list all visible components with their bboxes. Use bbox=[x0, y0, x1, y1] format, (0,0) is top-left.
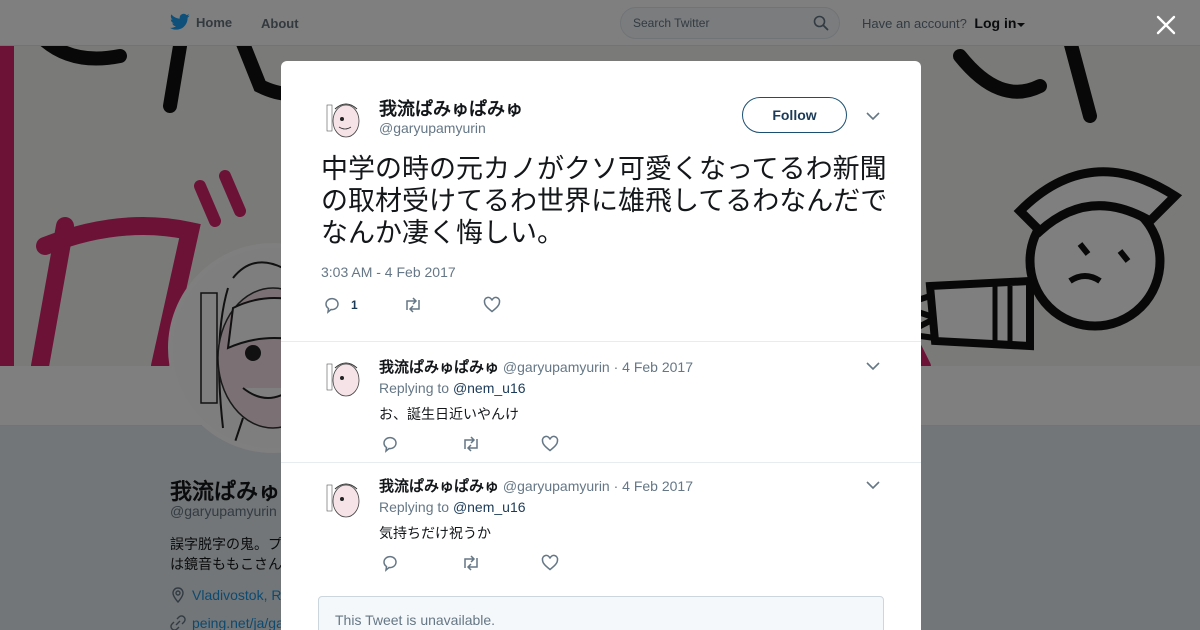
retweet-button[interactable] bbox=[461, 554, 541, 572]
reply-date[interactable]: · 4 Feb 2017 bbox=[614, 359, 693, 375]
reply-icon bbox=[383, 555, 397, 572]
reply-actions bbox=[381, 554, 581, 572]
avatar-illustration bbox=[321, 354, 367, 400]
reply-author-name[interactable]: 我流ぱみゅぱみゅ bbox=[379, 478, 499, 495]
reply-text: お、誕生日近いやんけ bbox=[379, 406, 519, 422]
avatar-illustration bbox=[321, 475, 367, 521]
retweet-icon bbox=[464, 436, 478, 452]
reply-icon bbox=[325, 297, 339, 314]
reply-author-handle[interactable]: @garyupamyurin bbox=[503, 478, 610, 494]
reply-button[interactable] bbox=[381, 554, 461, 572]
reply-author-avatar[interactable] bbox=[321, 354, 367, 400]
author-name[interactable]: 我流ぱみゅぱみゅ bbox=[379, 95, 523, 121]
chevron-down-icon[interactable] bbox=[865, 108, 881, 124]
replying-to-label: Replying to bbox=[379, 499, 450, 515]
author-avatar[interactable] bbox=[321, 95, 367, 141]
reply-text: 気持ちだけ祝うか bbox=[379, 525, 491, 541]
permalink-tweet-modal: 我流ぱみゅぱみゅ @garyupamyurin Follow 中学の時の元カノが… bbox=[281, 61, 921, 630]
reply-author-name[interactable]: 我流ぱみゅぱみゅ bbox=[379, 359, 499, 376]
reply-header: 我流ぱみゅぱみゅ @garyupamyurin · 4 Feb 2017 bbox=[379, 356, 693, 377]
reply-count: 1 bbox=[351, 298, 358, 312]
unavailable-tweet-notice: This Tweet is unavailable. bbox=[318, 596, 884, 630]
replying-to: Replying to @nem_u16 bbox=[379, 499, 526, 515]
reply-mention-link[interactable]: @nem_u16 bbox=[453, 380, 526, 396]
chevron-down-icon[interactable] bbox=[865, 477, 881, 493]
like-button[interactable] bbox=[541, 435, 581, 453]
tweet-timestamp[interactable]: 3:03 AM - 4 Feb 2017 bbox=[321, 264, 456, 280]
avatar-illustration bbox=[321, 95, 367, 141]
reply-tweet[interactable]: 我流ぱみゅぱみゅ @garyupamyurin · 4 Feb 2017 Rep… bbox=[281, 462, 921, 580]
retweet-button[interactable] bbox=[403, 296, 483, 314]
like-icon bbox=[541, 435, 559, 452]
reply-author-handle[interactable]: @garyupamyurin bbox=[503, 359, 610, 375]
tweet-text: 中学の時の元カノがクソ可愛くなってるわ新聞の取材受けてるわ世界に雄飛してるわなん… bbox=[321, 154, 888, 248]
reply-mention-link[interactable]: @nem_u16 bbox=[453, 499, 526, 515]
reply-button[interactable] bbox=[381, 435, 461, 453]
reply-button[interactable]: 1 bbox=[323, 296, 403, 314]
chevron-down-icon[interactable] bbox=[865, 358, 881, 374]
reply-actions bbox=[381, 435, 581, 453]
like-button[interactable] bbox=[483, 296, 523, 314]
follow-button[interactable]: Follow bbox=[742, 97, 847, 133]
unavailable-text: This Tweet is unavailable. bbox=[335, 612, 496, 628]
replying-to-label: Replying to bbox=[379, 380, 450, 396]
retweet-icon bbox=[464, 555, 478, 571]
retweet-icon bbox=[406, 297, 420, 313]
reply-header: 我流ぱみゅぱみゅ @garyupamyurin · 4 Feb 2017 bbox=[379, 475, 693, 496]
like-icon bbox=[541, 554, 559, 571]
reply-date[interactable]: · 4 Feb 2017 bbox=[614, 478, 693, 494]
reply-author-avatar[interactable] bbox=[321, 475, 367, 521]
retweet-button[interactable] bbox=[461, 435, 541, 453]
author-handle[interactable]: @garyupamyurin bbox=[379, 120, 486, 136]
like-button[interactable] bbox=[541, 554, 581, 572]
tweet-actions: 1 bbox=[323, 296, 523, 314]
replying-to: Replying to @nem_u16 bbox=[379, 380, 526, 396]
reply-tweet[interactable]: 我流ぱみゅぱみゅ @garyupamyurin · 4 Feb 2017 Rep… bbox=[281, 341, 921, 459]
reply-icon bbox=[383, 436, 397, 453]
like-icon bbox=[483, 296, 501, 313]
close-icon[interactable] bbox=[1154, 13, 1178, 37]
